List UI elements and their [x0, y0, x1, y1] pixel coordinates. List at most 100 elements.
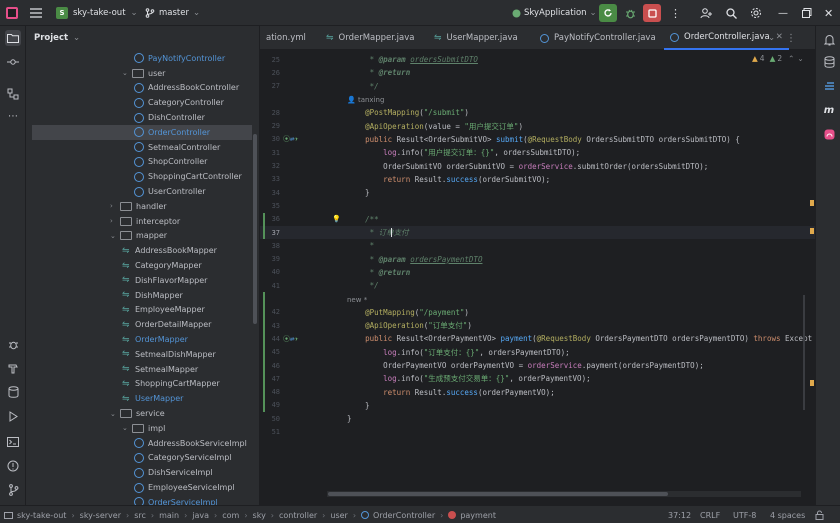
code-line[interactable]: 44 public Result<OrderPaymentVO> payment…: [260, 332, 815, 345]
tree-item[interactable]: ⇋ OrderMapper: [26, 332, 256, 347]
breadcrumb-item[interactable]: sky-server: [80, 511, 121, 520]
branch-switcher[interactable]: master ⌄: [145, 0, 200, 26]
project-tool-folder-icon[interactable]: [5, 30, 21, 46]
commit-icon[interactable]: [5, 54, 21, 70]
editor-tab[interactable]: ation.yml: [260, 26, 312, 50]
code-line[interactable]: 👤 tanxing: [260, 93, 815, 106]
maven-icon[interactable]: [821, 78, 837, 94]
code-line[interactable]: 50}: [260, 412, 815, 425]
warning-stripe[interactable]: [810, 228, 814, 234]
close-icon[interactable]: ✕: [824, 0, 833, 26]
restore-icon[interactable]: [802, 0, 812, 26]
debug-button[interactable]: [621, 4, 639, 22]
breadcrumb-item[interactable]: sky: [253, 511, 266, 520]
breadcrumb-item[interactable]: payment: [460, 511, 496, 520]
search-icon[interactable]: [726, 0, 737, 26]
vcs-change-marker[interactable]: [263, 212, 265, 240]
indent-setting[interactable]: 4 spaces: [770, 506, 805, 523]
rerun-button[interactable]: [599, 4, 617, 22]
endpoint-gutter-icon[interactable]: ⦿⇄✈: [283, 134, 298, 144]
chevron-down-icon[interactable]: ⌄: [110, 410, 120, 418]
lightbulb-icon[interactable]: 💡: [332, 215, 341, 223]
code-line[interactable]: 26 * @return: [260, 66, 815, 79]
add-user-icon[interactable]: [700, 0, 712, 26]
code-line[interactable]: 29 @ApiOperation(value = "用户提交订单"): [260, 120, 815, 133]
services-bug-icon[interactable]: [5, 336, 21, 352]
warning-stripe[interactable]: [810, 380, 814, 386]
code-line[interactable]: new *: [260, 292, 815, 305]
build-hammer-icon[interactable]: [5, 360, 21, 376]
tree-item[interactable]: CategoryServiceImpl: [26, 451, 256, 466]
code-line[interactable]: 30 public Result<OrderSubmitVO> submit(@…: [260, 133, 815, 146]
code-line[interactable]: 42 @PutMapping("/payment"): [260, 306, 815, 319]
breadcrumb-item[interactable]: sky-take-out: [17, 511, 66, 520]
code-line[interactable]: 35: [260, 199, 815, 212]
breadcrumb-item[interactable]: com: [222, 511, 239, 520]
code-line[interactable]: 51: [260, 425, 815, 438]
tree-item[interactable]: ⇋ CategoryMapper: [26, 258, 256, 273]
code-line[interactable]: 45 log.info("订单支付：{}", ordersPaymentDTO)…: [260, 346, 815, 359]
notifications-bell-icon[interactable]: [821, 32, 837, 48]
tree-item[interactable]: ⌄ impl: [26, 421, 256, 436]
chevron-down-icon[interactable]: ⌄: [122, 69, 132, 77]
code-line[interactable]: 33 return Result.success(orderSubmitVO);: [260, 173, 815, 186]
tree-item[interactable]: ⇋ DishFlavorMapper: [26, 273, 256, 288]
code-line[interactable]: 27 */: [260, 80, 815, 93]
tree-item[interactable]: CategoryController: [26, 95, 256, 110]
ai-assistant-icon[interactable]: [821, 126, 837, 142]
breadcrumb-item[interactable]: controller: [279, 511, 317, 520]
chevron-down-icon[interactable]: ⌄: [797, 54, 803, 63]
tree-item[interactable]: OrderController: [32, 125, 252, 140]
structure-icon[interactable]: [5, 86, 21, 102]
tab-list-chevron-icon[interactable]: ⌄: [768, 26, 775, 50]
breadcrumb-item[interactable]: OrderController: [373, 511, 435, 520]
database-icon[interactable]: [821, 54, 837, 70]
tree-item[interactable]: ShoppingCartController: [26, 169, 256, 184]
editor-tab[interactable]: PayNotifyController.java: [534, 26, 662, 50]
close-tab-icon[interactable]: ✕: [776, 32, 783, 42]
main-menu-icon[interactable]: [30, 0, 42, 26]
chevron-down-icon[interactable]: ⌄: [110, 232, 120, 240]
minimize-icon[interactable]: —: [778, 0, 788, 26]
tree-item[interactable]: ⌄ user: [26, 66, 256, 81]
code-line[interactable]: 28 @PostMapping("/submit"): [260, 106, 815, 119]
chevron-down-icon[interactable]: ⌄: [122, 424, 132, 432]
lock-icon[interactable]: [815, 506, 824, 523]
tree-item[interactable]: ShopController: [26, 155, 256, 170]
more-tools-icon[interactable]: ⋯: [5, 108, 21, 124]
code-line[interactable]: 47 log.info("生成预支付交易单：{}", orderPaymentV…: [260, 372, 815, 385]
code-line[interactable]: 39 * @param ordersPaymentDTO: [260, 253, 815, 266]
caret-position[interactable]: 37:12: [668, 506, 691, 523]
tree-item[interactable]: ⇋ ShoppingCartMapper: [26, 377, 256, 392]
tree-item[interactable]: › handler: [26, 199, 256, 214]
tree-item[interactable]: EmployeeServiceImpl: [26, 480, 256, 495]
git-icon[interactable]: [5, 482, 21, 498]
more-actions-icon[interactable]: ⋮: [670, 0, 681, 26]
editor-scroll-thumb[interactable]: [803, 295, 805, 410]
chevron-up-icon[interactable]: ⌃: [788, 54, 794, 63]
chevron-right-icon[interactable]: ›: [110, 202, 120, 210]
tree-item[interactable]: ⌄ mapper: [26, 229, 256, 244]
terminal-icon[interactable]: [5, 434, 21, 450]
inspection-widget[interactable]: ▲ 4 ▲ 2 ⌃ ⌄: [752, 54, 804, 63]
tree-item[interactable]: ⇋ EmployeeMapper: [26, 303, 256, 318]
tree-item[interactable]: OrderServiceImpl: [26, 495, 256, 505]
tree-item[interactable]: AddressBookController: [26, 81, 256, 96]
mybatis-icon[interactable]: m: [821, 102, 837, 118]
code-line[interactable]: 32 OrderSubmitVO orderSubmitVO = orderSe…: [260, 159, 815, 172]
code-line[interactable]: 46 OrderPaymentVO orderPaymentVO = order…: [260, 359, 815, 372]
tree-item[interactable]: ⇋ OrderDetailMapper: [26, 317, 256, 332]
tree-item[interactable]: SetmealController: [26, 140, 256, 155]
tree-item[interactable]: › interceptor: [26, 214, 256, 229]
file-encoding[interactable]: UTF-8: [733, 506, 756, 523]
tree-item[interactable]: ⇋ AddressBookMapper: [26, 243, 256, 258]
tree-item[interactable]: ⇋ DishMapper: [26, 288, 256, 303]
code-line[interactable]: 34 }: [260, 186, 815, 199]
project-scrollbar[interactable]: [253, 134, 257, 324]
chevron-right-icon[interactable]: ›: [110, 217, 120, 225]
breadcrumb-item[interactable]: main: [159, 511, 179, 520]
warning-stripe[interactable]: [810, 200, 814, 206]
code-line[interactable]: 31 log.info("用户提交订单：{}", ordersSubmitDTO…: [260, 146, 815, 159]
run-icon[interactable]: [5, 408, 21, 424]
editor-tab[interactable]: ⇋ OrderMapper.java: [320, 26, 421, 50]
